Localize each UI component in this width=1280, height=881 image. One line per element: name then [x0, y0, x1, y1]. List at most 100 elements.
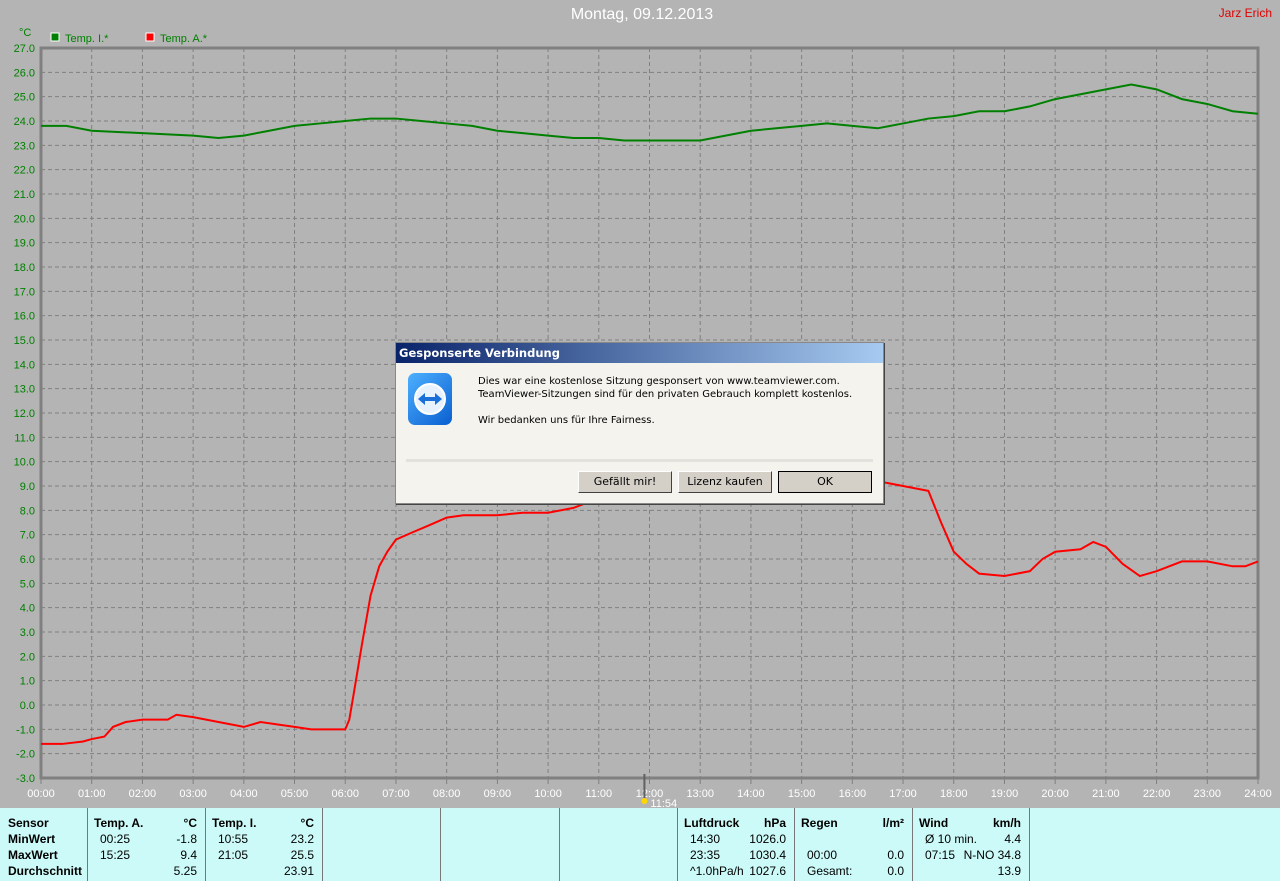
stats-column: Luftdruck hPa 14:30 1026.0 23:35 1030.4 ^1.0hP…: [678, 808, 795, 881]
stats-label: Gesamt:: [807, 864, 853, 878]
legend-label-1: Temp. A.*: [160, 33, 208, 45]
stats-row: 13.9: [913, 863, 1029, 879]
y-tick-label: 1.0: [20, 676, 35, 688]
buy-license-button[interactable]: Lizenz kaufen: [678, 471, 772, 493]
y-tick-label: -2.0: [16, 749, 35, 761]
y-tick-label: 23.0: [14, 140, 35, 152]
stats-label: Sensor: [8, 816, 49, 830]
x-tick-label: 02:00: [129, 788, 157, 800]
y-tick-label: 8.0: [20, 505, 35, 517]
stats-row: Sensor: [0, 815, 87, 831]
stats-value: l/m²: [882, 816, 904, 830]
stats-row: Temp. I. °C: [206, 815, 322, 831]
y-tick-label: -1.0: [16, 724, 35, 736]
stats-column: [441, 808, 560, 881]
x-tick-label: 15:00: [788, 788, 816, 800]
stats-value: 1026.0: [749, 832, 786, 846]
stats-value: °C: [183, 816, 197, 830]
y-tick-label: 7.0: [20, 530, 35, 542]
stats-label: ^1.0hPa/h: [690, 864, 744, 878]
time-marker-label: 11:54: [650, 798, 677, 808]
y-tick-label: 6.0: [20, 554, 35, 566]
stats-row: Ø 10 min. 4.4: [913, 831, 1029, 847]
stats-row: Durchschnitt: [0, 863, 87, 879]
x-tick-label: 04:00: [230, 788, 258, 800]
stats-label: Temp. I.: [212, 816, 257, 830]
legend-swatch-1: [145, 32, 155, 42]
y-tick-label: 24.0: [14, 116, 35, 128]
stats-label: 00:25: [100, 832, 131, 846]
ok-button[interactable]: OK: [778, 471, 872, 493]
sponsored-session-dialog: Gesponserte Verbindung Dies war eine kos…: [395, 342, 884, 504]
stats-row: 00:25 -1.8: [88, 831, 205, 847]
y-tick-label: 5.0: [20, 578, 35, 590]
teamviewer-logo-icon: [408, 373, 452, 425]
stats-label: MaxWert: [8, 848, 58, 862]
stats-column: Wind km/h Ø 10 min. 4.4 07:15 N-NO 34.8 13.9: [913, 808, 1030, 881]
stats-column: Temp. I. °C 10:55 23.2 21:05 25.5 23.91: [206, 808, 323, 881]
x-tick-label: 14:00: [737, 788, 765, 800]
legend-label-0: Temp. I.*: [65, 33, 109, 45]
stats-row: Temp. A. °C: [88, 815, 205, 831]
stats-label: Ø 10 min.: [925, 832, 978, 846]
y-tick-label: 20.0: [14, 213, 35, 225]
stats-value: 9.4: [180, 848, 197, 862]
y-tick-label: 15.0: [14, 335, 35, 347]
stats-value: 1030.4: [749, 848, 786, 862]
stats-row: Luftdruck hPa: [678, 815, 794, 831]
y-tick-label: 11.0: [14, 432, 35, 444]
like-button[interactable]: Gefällt mir!: [578, 471, 672, 493]
stats-value: hPa: [763, 816, 786, 830]
stats-row: 00:00 0.0: [795, 847, 912, 863]
stats-row: 10:55 23.2: [206, 831, 322, 847]
stats-row: Wind km/h: [913, 815, 1029, 831]
x-tick-label: 24:00: [1244, 788, 1272, 800]
stats-column: [323, 808, 441, 881]
stats-row: 23.91: [206, 863, 322, 879]
stats-label: Regen: [801, 816, 838, 830]
x-tick-label: 21:00: [1092, 788, 1120, 800]
stats-value: 25.5: [290, 848, 314, 862]
stats-label: Temp. A.: [94, 816, 144, 830]
stats-row: MinWert: [0, 831, 87, 847]
stats-value: 1027.6: [749, 864, 786, 878]
x-tick-label: 17:00: [889, 788, 917, 800]
y-tick-label: 10.0: [14, 457, 35, 469]
stats-value: 23.91: [283, 864, 314, 878]
y-tick-label: 16.0: [14, 311, 35, 323]
stats-value: 4.4: [1004, 832, 1021, 846]
stats-value: N-NO 34.8: [963, 848, 1021, 862]
stats-value: 23.2: [290, 832, 314, 846]
x-tick-label: 07:00: [382, 788, 410, 800]
y-axis-unit: °C: [19, 27, 31, 39]
x-tick-label: 10:00: [534, 788, 562, 800]
x-tick-label: 22:00: [1143, 788, 1171, 800]
y-tick-label: 3.0: [20, 627, 35, 639]
stats-label: Durchschnitt: [8, 864, 83, 878]
stats-label: Luftdruck: [684, 816, 740, 830]
x-tick-label: 13:00: [686, 788, 714, 800]
y-tick-label: 17.0: [14, 286, 35, 298]
stats-value: 0.0: [887, 848, 904, 862]
stats-label: Wind: [919, 816, 949, 830]
stats-column: Sensor MinWert MaxWert Durchschnitt: [0, 808, 88, 881]
stats-row: ^1.0hPa/h 1027.6: [678, 863, 794, 879]
y-tick-label: 26.0: [14, 67, 35, 79]
y-tick-label: 21.0: [14, 189, 35, 201]
x-tick-label: 16:00: [839, 788, 867, 800]
stats-label: 21:05: [218, 848, 249, 862]
x-tick-label: 01:00: [78, 788, 106, 800]
dialog-message-3: Wir bedanken uns für Ihre Fairness.: [478, 415, 655, 426]
x-tick-label: 19:00: [991, 788, 1019, 800]
stats-label: MinWert: [8, 832, 56, 846]
y-tick-label: 22.0: [14, 165, 35, 177]
stats-row: [795, 831, 912, 847]
x-tick-label: 03:00: [179, 788, 207, 800]
stats-row: 07:15 N-NO 34.8: [913, 847, 1029, 863]
stats-label: 23:35: [690, 848, 721, 862]
y-tick-label: -3.0: [16, 773, 35, 785]
stats-value: -1.8: [176, 832, 197, 846]
stats-column: Temp. A. °C 00:25 -1.8 15:25 9.4 5.25: [88, 808, 206, 881]
y-tick-label: 0.0: [20, 700, 35, 712]
x-tick-label: 09:00: [484, 788, 512, 800]
